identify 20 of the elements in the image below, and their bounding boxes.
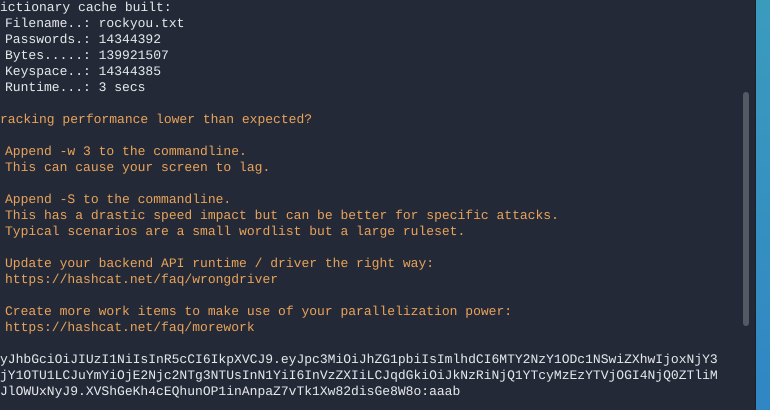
terminal-line: Create more work items to make use of your parallelization power: (5, 304, 512, 319)
terminal-line: racking performance lower than expected? (0, 112, 312, 127)
terminal-line: https://hashcat.net/faq/wrongdriver (5, 272, 278, 287)
terminal-line: Filename..: rockyou.txt (5, 16, 184, 31)
terminal-line: ictionary cache built: (0, 0, 172, 15)
terminal-line: Keyspace..: 14344385 (5, 64, 162, 79)
terminal-line: Runtime...: 3 secs (5, 80, 146, 95)
terminal-line: Update your backend API runtime / driver the right way: (5, 256, 434, 271)
terminal-line: JlOWUxNyJ9.XVShGeKh4cEQhunOP1inAnpaZ7vTk1Xw82disGe8W8o:aaab (0, 384, 460, 399)
terminal-line: jY1OTU1LCJuYmYiOjE2Njc2NTg3NTUsInN1YiI6InVzZXIiLCJqdGkiOiJkNzRiNjQ1YTcyMzEzYTVjOGI4NjQ0ZTliM (0, 368, 718, 383)
terminal-line: Passwords.: 14344392 (5, 32, 162, 47)
terminal-line: Append -S to the commandline. (5, 192, 232, 207)
terminal-line: This has a drastic speed impact but can be better for specific attacks. (5, 208, 559, 223)
terminal-line: https://hashcat.net/faq/morework (5, 320, 255, 335)
terminal-line: Append -w 3 to the commandline. (5, 144, 247, 159)
scrollbar-thumb[interactable] (743, 92, 749, 326)
terminal-line: yJhbGciOiJIUzI1NiIsInR5cCI6IkpXVCJ9.eyJpc3MiOiJhZG1pbiIsImlhdCI6MTY2NzY1ODc1NSwiZXhwIjoxNjY3 (0, 352, 718, 367)
terminal-line: This can cause your screen to lag. (5, 160, 270, 175)
terminal-line: Bytes.....: 139921507 (5, 48, 169, 63)
terminal-line: Typical scenarios are a small wordlist but a large ruleset. (5, 224, 466, 239)
